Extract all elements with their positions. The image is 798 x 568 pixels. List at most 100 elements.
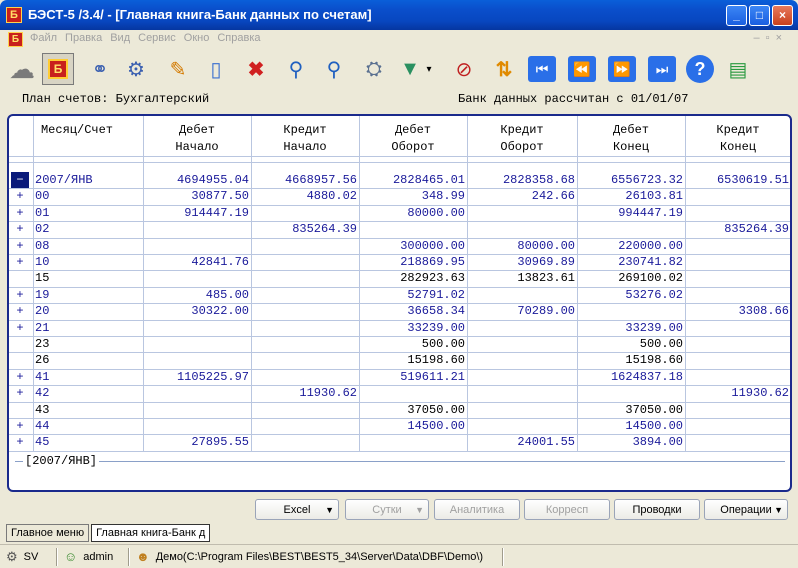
amount-cell[interactable] (685, 188, 790, 204)
account-cell[interactable]: 26 (33, 352, 143, 368)
row-expander[interactable]: + (11, 369, 29, 385)
menu-window[interactable]: Окно (184, 32, 210, 44)
previous-record-icon[interactable]: ⏪ (566, 53, 598, 85)
row-expander[interactable]: − (11, 172, 29, 189)
dropdown-arrow-icon[interactable]: ▼ (774, 505, 783, 515)
amount-cell[interactable]: 3894.00 (577, 434, 685, 450)
amount-cell[interactable]: 269100.02 (577, 270, 685, 286)
postings-button[interactable]: Проводки (614, 499, 700, 520)
amount-cell[interactable] (467, 418, 577, 434)
amount-cell[interactable] (467, 369, 577, 385)
amount-cell[interactable]: 4668957.56 (251, 172, 359, 188)
row-expander[interactable]: + (11, 287, 29, 303)
account-cell[interactable]: 2007/ЯНВ (33, 172, 143, 188)
amount-cell[interactable] (467, 336, 577, 352)
amount-cell[interactable]: 36658.34 (359, 303, 467, 319)
amount-cell[interactable]: 242.66 (467, 188, 577, 204)
amount-cell[interactable] (251, 434, 359, 450)
amount-cell[interactable]: 4694955.04 (143, 172, 251, 188)
amount-cell[interactable] (685, 369, 790, 385)
row-expander[interactable]: + (11, 221, 29, 237)
amount-cell[interactable] (685, 434, 790, 450)
amount-cell[interactable]: 33239.00 (577, 320, 685, 336)
column-header[interactable]: Кредит Начало (251, 122, 359, 156)
column-header[interactable]: Дебет Конец (577, 122, 685, 156)
amount-cell[interactable] (685, 270, 790, 286)
amount-cell[interactable]: 348.99 (359, 188, 467, 204)
account-cell[interactable]: 10 (33, 254, 143, 270)
new-document-icon[interactable]: ▯ (200, 53, 232, 85)
delete-x-icon[interactable]: ✖ (240, 53, 272, 85)
amount-cell[interactable]: 1624837.18 (577, 369, 685, 385)
amount-cell[interactable]: 14500.00 (577, 418, 685, 434)
amount-cell[interactable] (359, 434, 467, 450)
amount-cell[interactable] (685, 287, 790, 303)
amount-cell[interactable] (143, 336, 251, 352)
title-bar[interactable]: Б БЭСТ-5 /3.4/ - [Главная книга-Банк дан… (0, 0, 798, 30)
amount-cell[interactable]: 6530619.51 (685, 172, 790, 188)
account-cell[interactable]: 08 (33, 238, 143, 254)
amount-cell[interactable] (685, 254, 790, 270)
refresh-arrows-icon[interactable]: ⇅ (488, 53, 520, 85)
document-icon[interactable]: Б (8, 32, 23, 47)
amount-cell[interactable] (685, 205, 790, 221)
export-doc-icon[interactable]: ▤ (722, 53, 754, 85)
account-cell[interactable]: 45 (33, 434, 143, 450)
app-icon[interactable]: Б (6, 7, 22, 23)
amount-cell[interactable] (251, 402, 359, 418)
account-cell[interactable]: 01 (33, 205, 143, 221)
amount-cell[interactable] (467, 320, 577, 336)
amount-cell[interactable] (359, 221, 467, 237)
amount-cell[interactable] (685, 238, 790, 254)
amount-cell[interactable]: 27895.55 (143, 434, 251, 450)
next-record-icon[interactable]: ⏩ (606, 53, 638, 85)
amount-cell[interactable]: 519611.21 (359, 369, 467, 385)
menu-service[interactable]: Сервис (138, 32, 176, 44)
amount-cell[interactable] (251, 352, 359, 368)
menu-edit[interactable]: Правка (65, 32, 102, 44)
amount-cell[interactable] (251, 369, 359, 385)
column-header[interactable]: Месяц/Счет (11, 122, 143, 139)
amount-cell[interactable] (251, 320, 359, 336)
amount-cell[interactable] (143, 352, 251, 368)
amount-cell[interactable] (467, 402, 577, 418)
tab-main-menu[interactable]: Главное меню (6, 524, 90, 542)
accounts-grid[interactable]: Месяц/Счет Дебет Начало Кредит Начало Дебет Об… (7, 114, 792, 492)
operations-button[interactable]: Операции ▼ (704, 499, 788, 520)
help-icon[interactable]: ? (684, 53, 716, 85)
recalc-icon[interactable]: ⛭ (358, 53, 390, 85)
row-expander[interactable]: + (11, 385, 29, 401)
first-record-icon[interactable]: ⏮ (526, 53, 558, 85)
amount-cell[interactable]: 13823.61 (467, 270, 577, 286)
amount-cell[interactable]: 220000.00 (577, 238, 685, 254)
minimize-button[interactable]: _ (726, 5, 747, 26)
amount-cell[interactable] (685, 320, 790, 336)
amount-cell[interactable]: 14500.00 (359, 418, 467, 434)
maximize-button[interactable]: □ (749, 5, 770, 26)
amount-cell[interactable]: 1105225.97 (143, 369, 251, 385)
amount-cell[interactable] (467, 352, 577, 368)
amount-cell[interactable]: 2828358.68 (467, 172, 577, 188)
amount-cell[interactable] (251, 270, 359, 286)
amount-cell[interactable]: 994447.19 (577, 205, 685, 221)
amount-cell[interactable] (143, 418, 251, 434)
cloud-icon[interactable]: ☁ (6, 53, 38, 85)
row-expander[interactable]: + (11, 418, 29, 434)
amount-cell[interactable] (251, 303, 359, 319)
amount-cell[interactable]: 230741.82 (577, 254, 685, 270)
amount-cell[interactable]: 11930.62 (685, 385, 790, 401)
amount-cell[interactable]: 30877.50 (143, 188, 251, 204)
amount-cell[interactable]: 80000.00 (467, 238, 577, 254)
amount-cell[interactable]: 15198.60 (359, 352, 467, 368)
account-cell[interactable]: 41 (33, 369, 143, 385)
correspondence-button[interactable]: Корресп (524, 499, 610, 520)
tab-general-ledger[interactable]: Главная книга-Банк д (91, 524, 211, 542)
amount-cell[interactable] (467, 287, 577, 303)
amount-cell[interactable]: 37050.00 (577, 402, 685, 418)
mdi-window-controls[interactable]: –▫× (754, 32, 788, 44)
menu-file[interactable]: Файл (30, 32, 57, 44)
amount-cell[interactable]: 485.00 (143, 287, 251, 303)
filter-dropdown-icon[interactable]: ▾ (422, 53, 436, 85)
row-expander[interactable]: + (11, 238, 29, 254)
row-expander[interactable]: + (11, 254, 29, 270)
